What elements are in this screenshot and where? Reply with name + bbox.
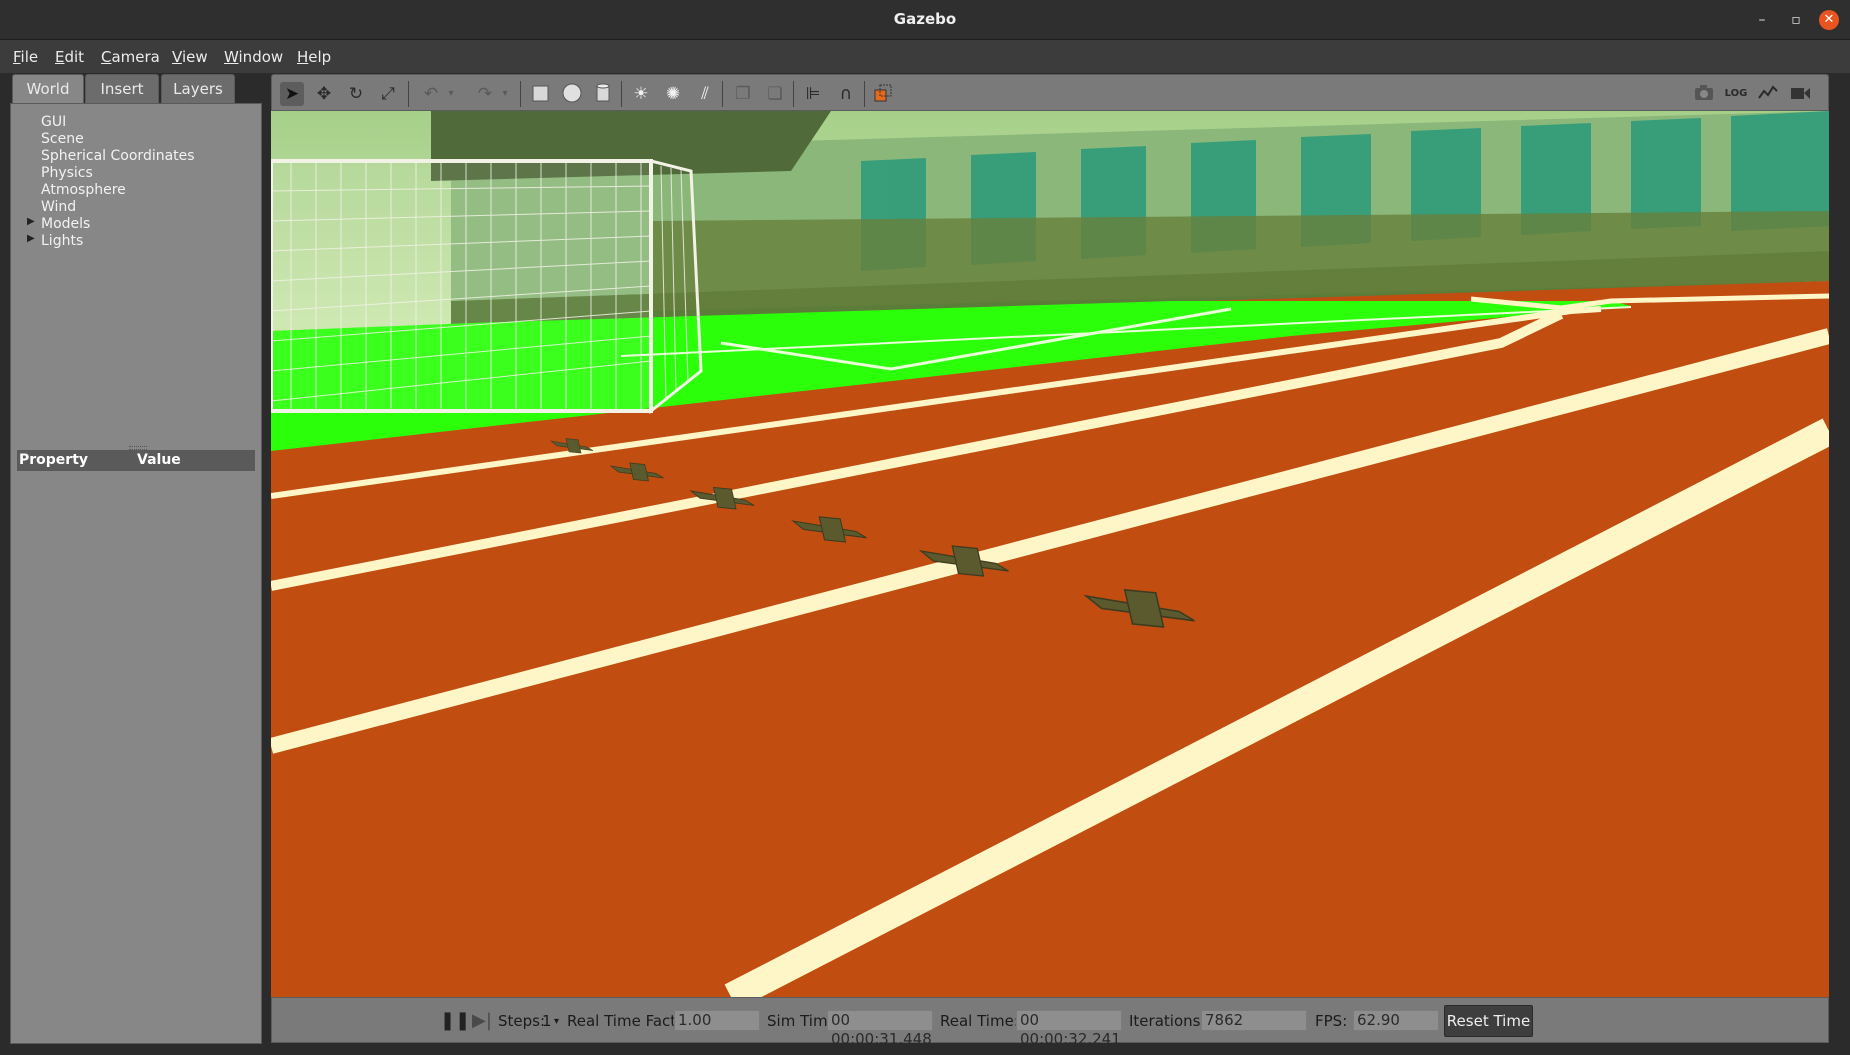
- pause-icon[interactable]: ❚❚: [440, 1010, 470, 1031]
- window-title: Gazebo: [893, 10, 957, 28]
- tree-item-models[interactable]: ▶ Models: [27, 216, 195, 233]
- tree-item-gui[interactable]: GUI: [41, 114, 195, 131]
- maximize-icon[interactable]: ▫: [1786, 10, 1806, 30]
- steps-dropdown-icon[interactable]: ▾: [554, 1016, 559, 1027]
- plot-icon[interactable]: [1756, 82, 1780, 106]
- real-time-factor-field: 1.00: [674, 1010, 760, 1031]
- scene-viewport[interactable]: [271, 111, 1829, 997]
- tab-insert[interactable]: Insert: [85, 74, 159, 103]
- steps-label: Steps:: [498, 1012, 546, 1030]
- copy-icon[interactable]: ❐: [731, 82, 755, 106]
- toolbar-separator: [520, 81, 521, 107]
- fps-label: FPS:: [1315, 1012, 1348, 1030]
- tree-item-lights-label: Lights: [41, 233, 84, 249]
- directional-light-icon[interactable]: ⫽: [693, 82, 717, 106]
- iterations-field: 7862: [1201, 1010, 1307, 1031]
- title-bar: Gazebo – ▫ ✕: [0, 0, 1850, 40]
- simulation-status-bar: ❚❚ ▶| Steps: 1 ▾ Real Time Factor: 1.00 …: [271, 997, 1829, 1048]
- menu-bar: File Edit Camera View Window Help: [0, 40, 1850, 73]
- left-panel: World Insert Layers GUI Scene Spherical …: [10, 74, 262, 1044]
- paste-icon[interactable]: ❏: [763, 82, 787, 106]
- menu-view[interactable]: View: [172, 48, 208, 66]
- log-record-icon[interactable]: LOG: [1724, 82, 1748, 106]
- iterations-label: Iterations:: [1129, 1012, 1206, 1030]
- select-arrow-icon[interactable]: ➤: [280, 82, 304, 106]
- toolbar-separator: [793, 81, 794, 107]
- undo-icon[interactable]: ↶: [419, 82, 443, 106]
- spot-light-icon[interactable]: ✺: [661, 82, 685, 106]
- scene-render[interactable]: [271, 111, 1829, 997]
- fps-field: 62.90: [1353, 1010, 1439, 1031]
- menu-file[interactable]: File: [13, 48, 38, 66]
- minimize-icon[interactable]: –: [1752, 10, 1772, 30]
- expand-arrow-icon[interactable]: ▶: [27, 216, 35, 227]
- redo-dropdown-icon[interactable]: ▾: [499, 82, 511, 106]
- menu-camera[interactable]: Camera: [101, 48, 160, 66]
- align-icon[interactable]: ⊫: [801, 82, 825, 106]
- video-record-icon[interactable]: [1788, 82, 1812, 106]
- steps-value[interactable]: 1: [542, 1012, 552, 1030]
- toolbar-separator: [621, 81, 622, 107]
- menu-window[interactable]: Window: [224, 48, 283, 66]
- step-icon[interactable]: ▶|: [472, 1010, 492, 1031]
- cylinder-shape-icon[interactable]: [591, 82, 615, 106]
- view-angle-icon[interactable]: [872, 82, 896, 106]
- expand-arrow-icon[interactable]: ▶: [27, 233, 35, 244]
- sphere-shape-icon[interactable]: [560, 82, 584, 106]
- property-column-header: Property: [19, 452, 89, 468]
- reset-time-button[interactable]: Reset Time: [1444, 1005, 1533, 1037]
- real-time-label: Real Time:: [940, 1012, 1019, 1030]
- tree-item-models-label: Models: [41, 216, 91, 232]
- soccer-goal: [271, 159, 703, 415]
- close-icon[interactable]: ✕: [1819, 10, 1839, 30]
- real-time-field: 00 00:00:32.241: [1016, 1010, 1122, 1048]
- sim-time-field: 00 00:00:31.448: [827, 1010, 933, 1048]
- tab-layers[interactable]: Layers: [161, 74, 235, 103]
- world-panel: GUI Scene Spherical Coordinates Physics …: [10, 103, 262, 1044]
- toolbar: ➤ ✥ ↻ ⤢ ↶ ▾ ↷ ▾ ☀ ✺ ⫽ ❐ ❏ ⊫ ∩ LOG: [271, 74, 1829, 111]
- screenshot-camera-icon[interactable]: [1692, 82, 1716, 106]
- translate-icon[interactable]: ✥: [312, 82, 336, 106]
- tree-item-spherical-coordinates[interactable]: Spherical Coordinates: [41, 148, 195, 165]
- tree-item-scene[interactable]: Scene: [41, 131, 195, 148]
- scale-icon[interactable]: ⤢: [376, 82, 400, 106]
- point-light-icon[interactable]: ☀: [629, 82, 653, 106]
- menu-help[interactable]: Help: [297, 48, 331, 66]
- tree-item-physics[interactable]: Physics: [41, 165, 195, 182]
- tree-item-lights[interactable]: ▶ Lights: [27, 233, 195, 250]
- undo-dropdown-icon[interactable]: ▾: [445, 82, 457, 106]
- rotate-icon[interactable]: ↻: [344, 82, 368, 106]
- box-shape-icon[interactable]: [529, 82, 553, 106]
- toolbar-separator: [722, 81, 723, 107]
- menu-edit[interactable]: Edit: [55, 48, 84, 66]
- tab-world[interactable]: World: [12, 74, 84, 105]
- tree-item-atmosphere[interactable]: Atmosphere: [41, 182, 195, 199]
- value-column-header: Value: [137, 452, 181, 468]
- property-table-header: Property Value: [17, 450, 255, 471]
- toolbar-separator: [864, 81, 865, 107]
- redo-icon[interactable]: ↷: [473, 82, 497, 106]
- tree-item-wind[interactable]: Wind: [41, 199, 195, 216]
- world-tree: GUI Scene Spherical Coordinates Physics …: [27, 114, 195, 250]
- toolbar-separator: [408, 81, 409, 107]
- snap-magnet-icon[interactable]: ∩: [834, 82, 858, 106]
